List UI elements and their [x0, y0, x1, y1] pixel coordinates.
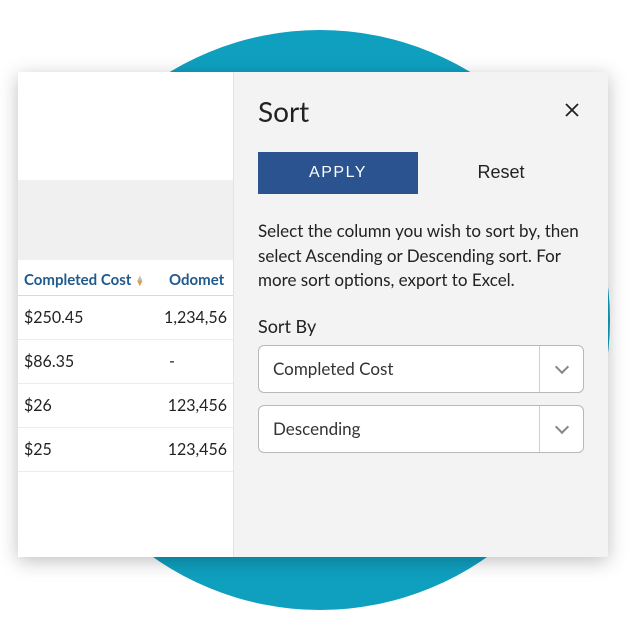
sort-indicator-icon: ▲ ▼: [135, 275, 144, 285]
cell-odometer: 123,456: [168, 396, 227, 415]
reset-button[interactable]: Reset: [418, 150, 584, 195]
column-header-odometer[interactable]: Odomet: [169, 271, 227, 289]
table-header-row: Completed Cost ▲ ▼ Odomet: [18, 260, 233, 296]
select-value: Descending: [259, 406, 539, 452]
panel-header: Sort: [258, 94, 584, 128]
table-blank-area: [18, 72, 233, 180]
column-header-label: Odomet: [169, 271, 224, 289]
cell-odometer: -: [169, 352, 227, 371]
sort-by-label: Sort By: [258, 315, 584, 337]
panel-title: Sort: [258, 94, 309, 128]
instructions-text: Select the column you wish to sort by, t…: [258, 219, 584, 293]
cell-cost: $86.35: [24, 352, 169, 371]
apply-button[interactable]: APPLY: [258, 152, 418, 194]
column-header-label: Completed Cost: [24, 271, 131, 289]
button-row: APPLY Reset: [258, 150, 584, 195]
table-header-band: [18, 180, 233, 260]
column-header-completed-cost[interactable]: Completed Cost ▲ ▼: [24, 271, 169, 289]
cell-cost: $250.45: [24, 308, 164, 327]
chevron-down-icon: [539, 406, 583, 452]
cell-odometer: 1,234,56: [164, 308, 227, 327]
sort-column-select[interactable]: Completed Cost: [258, 345, 584, 393]
table-pane: Completed Cost ▲ ▼ Odomet $250.45 1,234,…: [18, 72, 233, 557]
cell-odometer: 123,456: [168, 440, 227, 459]
close-icon[interactable]: [560, 97, 584, 125]
cell-cost: $26: [24, 396, 168, 415]
table-row: $250.45 1,234,56: [18, 296, 233, 340]
chevron-down-icon: [539, 346, 583, 392]
table-row: $86.35 -: [18, 340, 233, 384]
sort-panel: Sort APPLY Reset Select the column you w…: [233, 72, 608, 557]
select-value: Completed Cost: [259, 346, 539, 392]
table-row: $25 123,456: [18, 428, 233, 472]
cell-cost: $25: [24, 440, 168, 459]
table-row: $26 123,456: [18, 384, 233, 428]
sort-direction-select[interactable]: Descending: [258, 405, 584, 453]
app-window: Completed Cost ▲ ▼ Odomet $250.45 1,234,…: [18, 72, 608, 557]
